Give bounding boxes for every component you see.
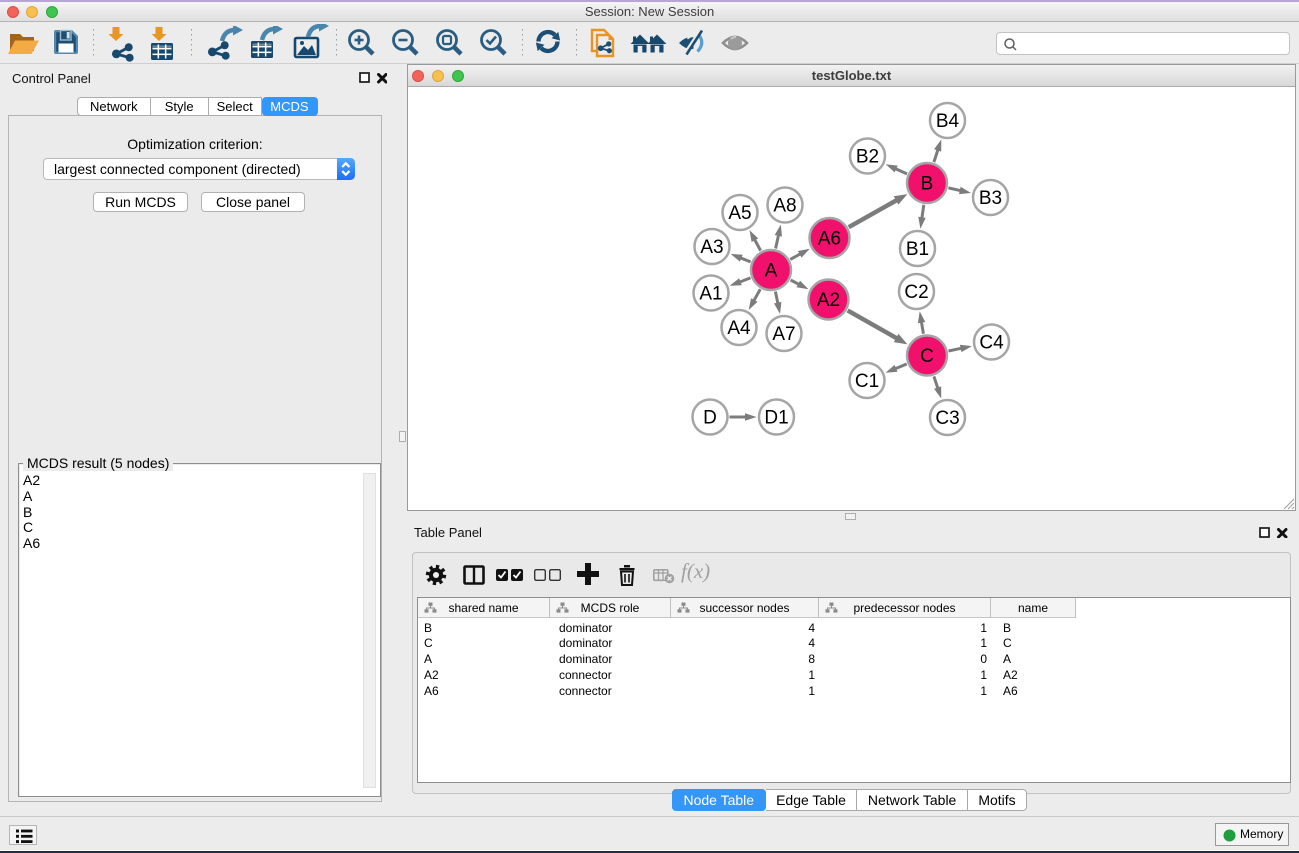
svg-text:C3: C3 [935,408,959,429]
svg-text:A2: A2 [817,290,840,311]
svg-text:C: C [920,346,934,367]
svg-text:C1: C1 [855,371,879,392]
svg-text:A5: A5 [728,203,751,224]
svg-text:B1: B1 [906,239,929,260]
svg-text:A3: A3 [700,237,723,258]
svg-text:B3: B3 [979,188,1002,209]
svg-text:D: D [703,408,717,429]
svg-text:A1: A1 [699,284,722,305]
svg-text:D1: D1 [764,408,788,429]
svg-text:A: A [765,261,778,282]
svg-text:B: B [921,174,934,195]
svg-text:A8: A8 [773,196,796,217]
svg-text:A6: A6 [818,229,841,250]
svg-text:B4: B4 [936,111,960,132]
svg-text:A4: A4 [727,318,751,339]
svg-text:C2: C2 [904,282,928,303]
svg-text:B2: B2 [856,147,879,168]
svg-text:C4: C4 [979,333,1004,354]
svg-text:A7: A7 [772,324,795,345]
